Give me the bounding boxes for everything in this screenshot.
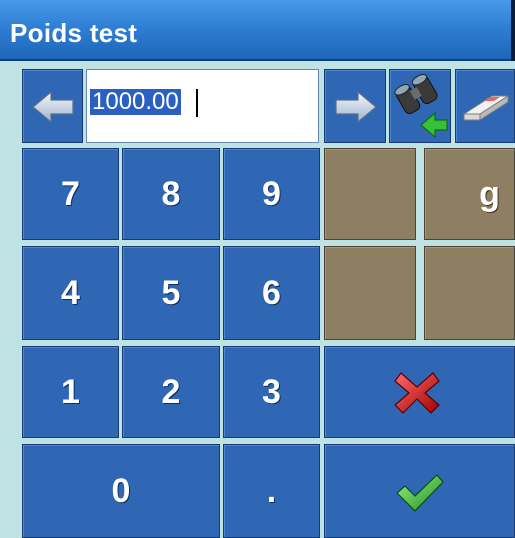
unit-blank-button-2[interactable] [324,246,416,340]
input-value: 1000.00 [90,88,181,115]
confirm-button[interactable] [324,444,515,538]
key-5[interactable]: 5 [122,246,220,340]
unit-g-button[interactable]: g [424,148,515,240]
weight-input[interactable]: 1000.00 [86,69,319,143]
key-0-label: 0 [111,471,131,510]
key-4-label: 4 [61,273,80,312]
title-bar: Poids test [0,0,515,61]
key-6[interactable]: 6 [223,246,320,340]
binoculars-icon [394,73,448,139]
unit-g-label: g [479,174,500,213]
arrow-right-icon [335,90,377,124]
lookup-button[interactable] [389,69,451,143]
key-1[interactable]: 1 [22,346,119,438]
key-1-label: 1 [61,372,80,411]
key-5-label: 5 [161,273,181,312]
key-7-label: 7 [61,174,80,213]
unit-blank-button-3[interactable] [424,246,515,340]
cursor-left-button[interactable] [22,69,83,143]
cursor-right-button[interactable] [324,69,386,143]
window-title: Poids test [10,18,138,48]
green-arrow-icon [420,111,448,139]
key-4[interactable]: 4 [22,246,119,340]
eraser-icon [462,95,510,121]
key-3[interactable]: 3 [223,346,320,438]
text-caret [196,89,198,117]
key-2[interactable]: 2 [122,346,220,438]
key-2-label: 2 [161,372,181,411]
key-dot[interactable]: . [223,444,320,538]
red-x-icon [394,372,440,414]
key-9-label: 9 [262,174,281,213]
unit-blank-button-1[interactable] [324,148,416,240]
key-3-label: 3 [262,372,281,411]
clear-button[interactable] [455,69,515,143]
cancel-button[interactable] [324,346,515,438]
title-bar-edge [511,0,515,61]
key-0[interactable]: 0 [22,444,220,538]
key-7[interactable]: 7 [22,148,119,240]
key-dot-label: . [266,471,277,510]
key-6-label: 6 [262,273,281,312]
key-9[interactable]: 9 [223,148,320,240]
arrow-left-icon [32,90,74,124]
key-8[interactable]: 8 [122,148,220,240]
green-check-icon [396,474,444,512]
key-8-label: 8 [161,174,181,213]
